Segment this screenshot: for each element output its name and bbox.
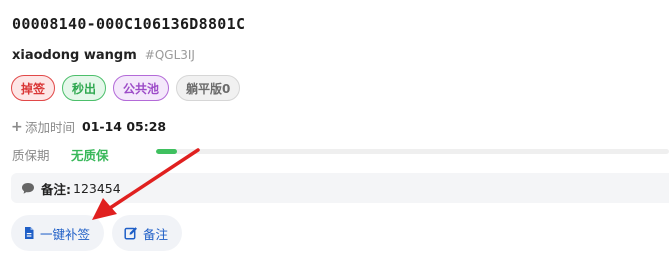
device-card: 00008140-000C106136D8801C xiaodong wangm… (0, 0, 669, 261)
plus-icon: + (11, 118, 23, 135)
tag-list: 掉签 秒出 公共池 躺平版0 (11, 75, 241, 101)
chat-bubble-icon (21, 182, 35, 195)
tag-public-pool: 公共池 (113, 75, 170, 101)
device-serial: 00008140-000C106136D8801C (12, 15, 246, 33)
document-icon (23, 226, 35, 240)
warranty-row: 质保期 无质保 (12, 145, 669, 163)
warranty-label: 质保期 (12, 148, 50, 163)
tag-instant: 秒出 (62, 75, 107, 101)
edit-note-button-label: 备注 (143, 226, 169, 242)
added-time-row: + 添加时间 01-14 05:28 (11, 117, 166, 136)
warranty-progress-bar (156, 149, 669, 154)
edit-note-button[interactable]: 备注 (112, 215, 183, 251)
action-bar: 一键补签 备注 (11, 215, 183, 251)
user-name: xiaodong wangm (12, 48, 137, 63)
note-label: 备注: (41, 181, 71, 197)
edit-icon (124, 226, 138, 240)
resign-button-label: 一键补签 (40, 226, 91, 242)
note-value: 123454 (73, 180, 121, 196)
resign-button[interactable]: 一键补签 (11, 215, 105, 251)
warranty-value: 无质保 (71, 148, 109, 163)
user-tag: #QGL3IJ (144, 48, 195, 62)
added-time-label: 添加时间 (25, 120, 76, 135)
tag-unsigned: 掉签 (11, 75, 56, 101)
added-time-value: 01-14 05:28 (82, 119, 167, 134)
note-box: 备注: 123454 (11, 173, 669, 203)
warranty-progress-fill (156, 149, 177, 154)
tag-lying-flat: 躺平版0 (176, 75, 241, 101)
user-row: xiaodong wangm #QGL3IJ (12, 48, 195, 63)
